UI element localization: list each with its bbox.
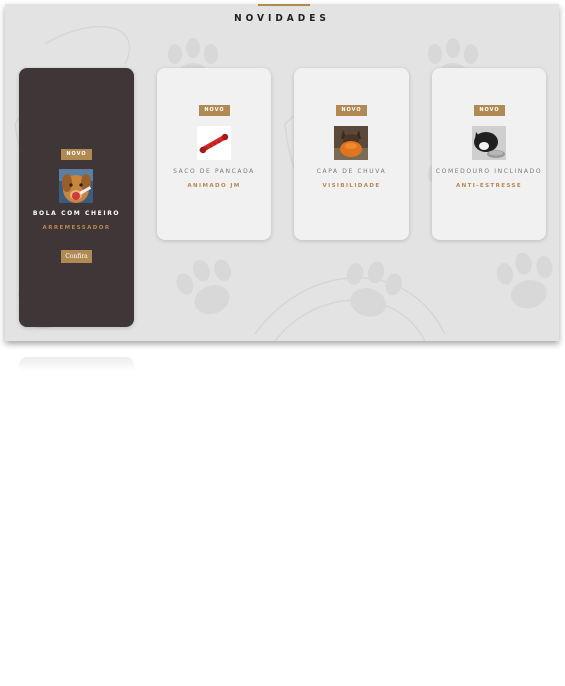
product-name: BOLA COM CHEIRO (32, 210, 121, 217)
novidades-section: NOVIDADES NOVO BOLA COM CHEIRO ARREMESSA… (5, 4, 559, 341)
product-card-capa-de-chuva[interactable]: NOVO CAPA DE CHUVA VISIBILIDADE (294, 68, 409, 240)
product-image-dog-raincoat[interactable] (334, 126, 368, 160)
product-image-rope-toy[interactable] (197, 126, 231, 160)
new-badge: NOVO (61, 149, 92, 160)
product-image-cat-feeder[interactable] (472, 126, 506, 160)
product-card-saco-de-pancada[interactable]: NOVO SACO DE PANCADA ANIMADO JM (157, 68, 271, 240)
new-badge: NOVO (199, 105, 230, 116)
title-accent-line (258, 4, 310, 6)
product-name: SACO DE PANCADA (173, 168, 255, 175)
product-card-bola-com-cheiro[interactable]: NOVO BOLA COM CHEIRO ARREMESSADOR Confir… (19, 68, 134, 327)
product-subtitle: ARREMESSADOR (42, 225, 111, 231)
new-badge: NOVO (474, 105, 505, 116)
product-name: COMEDOURO INCLINADO (435, 168, 543, 175)
product-subtitle: ANIMADO JM (187, 183, 241, 189)
product-subtitle: ANTI-ESTRESSE (455, 183, 523, 189)
new-badge: NOVO (336, 105, 367, 116)
section-title: NOVIDADES (234, 13, 330, 24)
product-card-comedouro-inclinado[interactable]: NOVO COMEDOURO INCLINADO ANTI-ESTRESSE (432, 68, 546, 240)
confira-button[interactable]: Confira (61, 250, 92, 263)
card-reflection (19, 357, 134, 371)
product-subtitle: VISIBILIDADE (322, 183, 381, 189)
product-name: CAPA DE CHUVA (316, 168, 387, 175)
product-image-dog-with-ball[interactable] (59, 169, 93, 203)
